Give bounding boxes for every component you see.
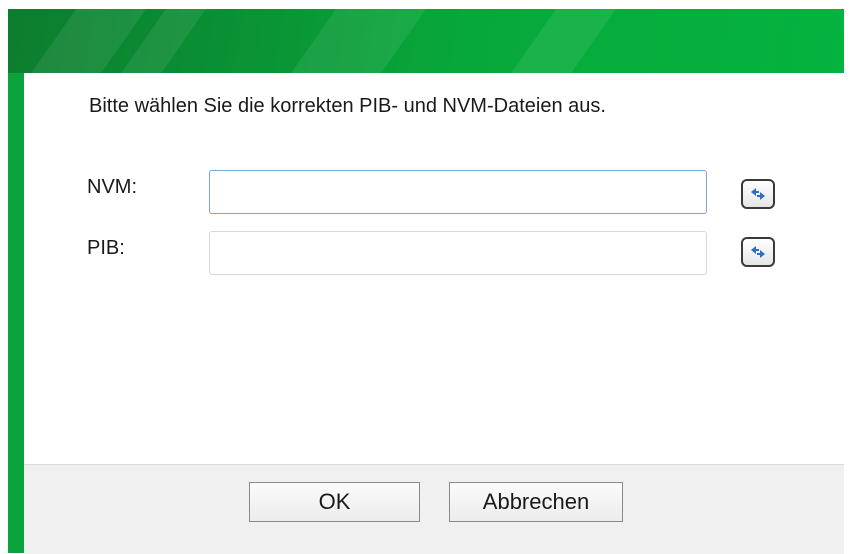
window-left-edge (8, 73, 24, 553)
pib-path-input[interactable] (209, 231, 707, 275)
cancel-button[interactable]: Abbrechen (449, 482, 623, 522)
nvm-path-input[interactable] (209, 170, 707, 214)
ok-button[interactable]: OK (249, 482, 420, 522)
nvm-label: NVM: (87, 176, 137, 198)
nvm-browse-button[interactable] (741, 179, 775, 209)
file-selection-dialog: Bitte wählen Sie die korrekten PIB- und … (24, 73, 844, 554)
pib-label: PIB: (87, 237, 125, 259)
header-band (8, 9, 844, 73)
pib-browse-button[interactable] (741, 237, 775, 267)
dialog-footer: OK Abbrechen (24, 464, 844, 554)
browse-arrows-icon (751, 246, 765, 258)
window-right-edge (844, 9, 853, 553)
browse-arrows-icon (751, 188, 765, 200)
instruction-text: Bitte wählen Sie die korrekten PIB- und … (89, 95, 606, 117)
